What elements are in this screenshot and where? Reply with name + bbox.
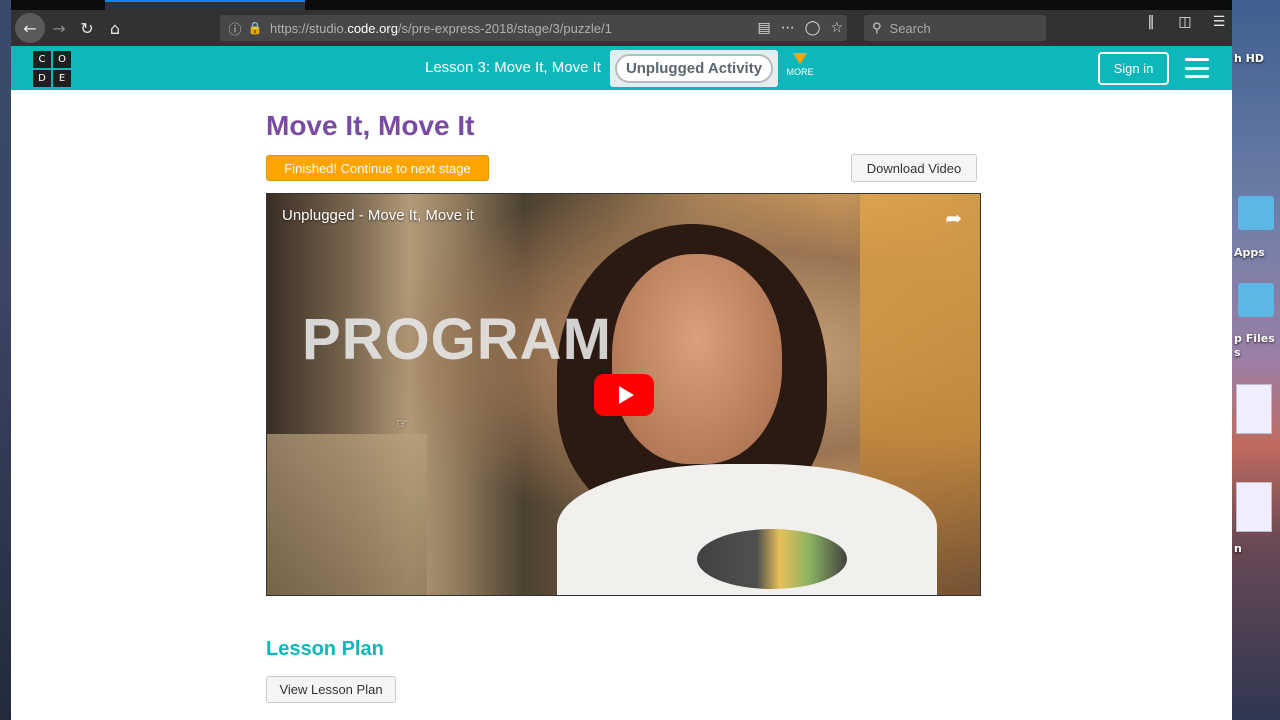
desktop-label: n (1234, 542, 1242, 555)
folder-icon[interactable] (1238, 196, 1274, 230)
share-icon[interactable]: ➦ (945, 206, 962, 230)
url-text[interactable]: https://studio.code.org/s/pre-express-20… (270, 21, 612, 36)
video-title[interactable]: Unplugged - Move It, Move it (282, 207, 474, 224)
home-icon: ⌂ (109, 18, 121, 38)
logo-letter: D (33, 70, 51, 87)
continue-next-stage-button[interactable]: Finished! Continue to next stage (266, 155, 489, 181)
document-icon[interactable] (1236, 384, 1272, 434)
info-icon[interactable]: ⓘ (224, 19, 246, 38)
play-button[interactable] (594, 374, 654, 416)
view-lesson-plan-button[interactable]: View Lesson Plan (266, 676, 396, 703)
reload-button[interactable]: ↻ (73, 14, 101, 42)
browser-window: ← → ↻ ⌂ ⓘ 🔒 https://studio.code.org/s/pr… (11, 0, 1232, 720)
home-button[interactable]: ⌂ (101, 14, 129, 42)
folder-icon[interactable] (1238, 283, 1274, 317)
forward-button[interactable]: → (45, 14, 73, 42)
url-path: /s/pre-express-2018/stage/3/puzzle/1 (397, 20, 612, 36)
page-actions-icon[interactable]: ⋯ (781, 20, 795, 36)
logo-letter: E (53, 70, 71, 87)
more-label: MORE (786, 67, 814, 77)
page-title: Move It, Move It (266, 110, 475, 141)
tab-strip (11, 0, 1232, 10)
sign-in-button[interactable]: Sign in (1098, 52, 1169, 85)
code-logo[interactable]: C O D E (33, 51, 71, 87)
triangle-down-icon (793, 53, 807, 64)
lesson-title-link[interactable]: Lesson 3: Move It, Move It (425, 59, 601, 76)
video-frame-person (697, 529, 847, 589)
unplugged-activity-button[interactable]: Unplugged Activity (615, 54, 773, 83)
lock-icon: 🔒 (247, 21, 263, 35)
pocket-icon[interactable]: ◯ (805, 20, 821, 36)
site-header: C O D E Lesson 3: Move It, Move It Unplu… (11, 46, 1232, 90)
more-button[interactable]: MORE (785, 53, 815, 77)
hamburger-menu-icon[interactable] (1185, 58, 1209, 78)
desktop-label: Apps (1234, 246, 1265, 259)
bookmark-star-icon[interactable]: ☆ (830, 20, 843, 36)
sidebar-icon[interactable]: ◫ (1172, 14, 1198, 30)
back-button[interactable]: ← (15, 13, 45, 43)
reload-icon: ↻ (80, 18, 94, 38)
search-placeholder: Search (889, 20, 931, 36)
desktop-label: p Files (1234, 332, 1275, 345)
search-icon: ⚲ (872, 20, 882, 36)
url-domain: code.org (347, 20, 398, 36)
logo-letter: C (33, 51, 51, 68)
search-input[interactable]: ⚲ Search (864, 15, 1046, 41)
download-video-button[interactable]: Download Video (851, 154, 977, 182)
browser-toolbar: ← → ↻ ⌂ ⓘ 🔒 https://studio.code.org/s/pr… (11, 10, 1232, 46)
video-player[interactable]: Unplugged - Move It, Move it ➦ PROGRAM ☞ (266, 193, 981, 596)
play-icon (618, 386, 634, 404)
video-frame-background (267, 434, 427, 595)
url-bar[interactable]: ⓘ 🔒 https://studio.code.org/s/pre-expres… (220, 15, 847, 41)
video-overlay-text: PROGRAM (302, 307, 612, 372)
active-tab[interactable] (105, 0, 305, 10)
hand-cursor-icon: ☞ (396, 416, 409, 432)
video-frame-person (612, 254, 782, 464)
desktop-background: h HD Apps p Files s n (1232, 0, 1280, 720)
activity-bubble-container: Unplugged Activity (610, 50, 778, 87)
arrow-left-icon: ← (23, 18, 37, 38)
desktop-background-left (0, 0, 11, 720)
menu-icon[interactable]: ☰ (1206, 14, 1232, 30)
logo-letter: O (53, 51, 71, 68)
lesson-plan-heading: Lesson Plan (266, 638, 384, 660)
reader-view-icon[interactable]: ▤ (758, 20, 771, 36)
desktop-label: s (1234, 346, 1241, 359)
library-icon[interactable]: ‖ (1138, 14, 1164, 30)
url-prefix: https://studio. (270, 20, 348, 36)
main-content: Move It, Move It Finished! Continue to n… (11, 90, 1232, 720)
document-icon[interactable] (1236, 482, 1272, 532)
arrow-right-icon: → (52, 18, 66, 38)
desktop-label: h HD (1234, 52, 1264, 65)
